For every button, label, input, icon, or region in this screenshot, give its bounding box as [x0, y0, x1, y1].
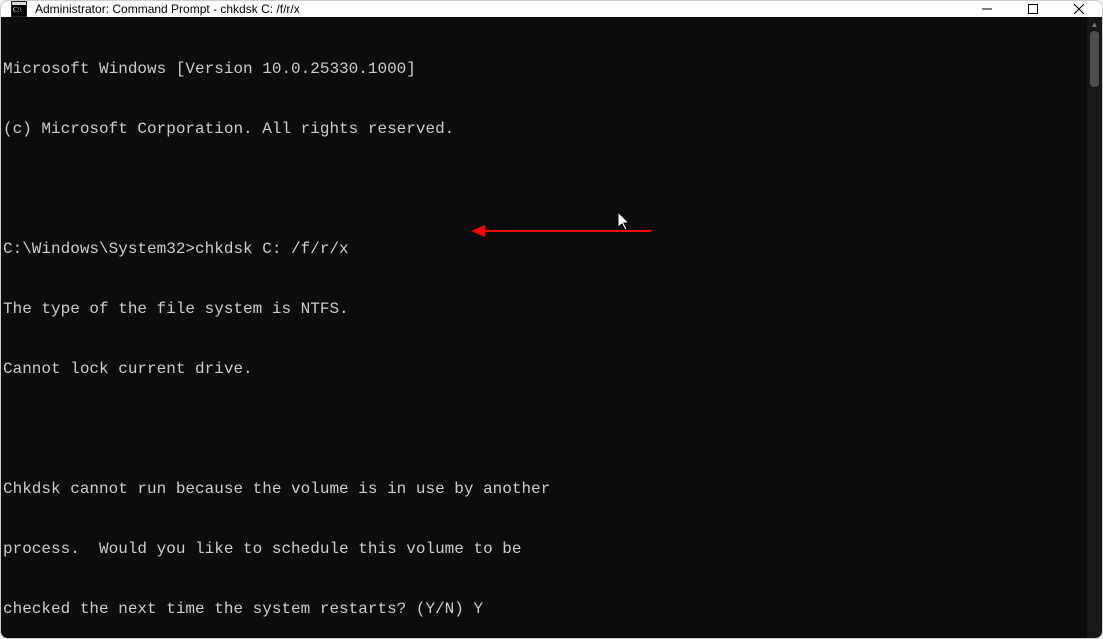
- scroll-up-button[interactable]: ▲: [1087, 17, 1102, 31]
- minimize-button[interactable]: [964, 1, 1010, 17]
- titlebar[interactable]: C:\ Administrator: Command Prompt - chkd…: [1, 1, 1102, 17]
- scrollbar-thumb[interactable]: [1090, 31, 1099, 87]
- console-area: Microsoft Windows [Version 10.0.25330.10…: [1, 17, 1102, 639]
- console-line: [3, 179, 1085, 199]
- console-line: Microsoft Windows [Version 10.0.25330.10…: [3, 59, 1085, 79]
- console-line: The type of the file system is NTFS.: [3, 299, 1085, 319]
- cmd-icon: C:\: [11, 1, 27, 17]
- console-line: Chkdsk cannot run because the volume is …: [3, 479, 1085, 499]
- svg-text:C:\: C:\: [13, 6, 22, 14]
- console-line: [3, 419, 1085, 439]
- console-line: checked the next time the system restart…: [3, 599, 1085, 619]
- vertical-scrollbar[interactable]: ▲ ▼: [1087, 17, 1102, 639]
- console-line: Cannot lock current drive.: [3, 359, 1085, 379]
- close-button[interactable]: [1056, 1, 1102, 17]
- window-controls: [964, 1, 1102, 17]
- console-line: C:\Windows\System32>chkdsk C: /f/r/x: [3, 239, 1085, 259]
- window-title: Administrator: Command Prompt - chkdsk C…: [35, 2, 964, 16]
- console-line: (c) Microsoft Corporation. All rights re…: [3, 119, 1085, 139]
- console-output[interactable]: Microsoft Windows [Version 10.0.25330.10…: [1, 17, 1087, 639]
- maximize-button[interactable]: [1010, 1, 1056, 17]
- console-line: process. Would you like to schedule this…: [3, 539, 1085, 559]
- command-prompt-window: C:\ Administrator: Command Prompt - chkd…: [0, 0, 1103, 639]
